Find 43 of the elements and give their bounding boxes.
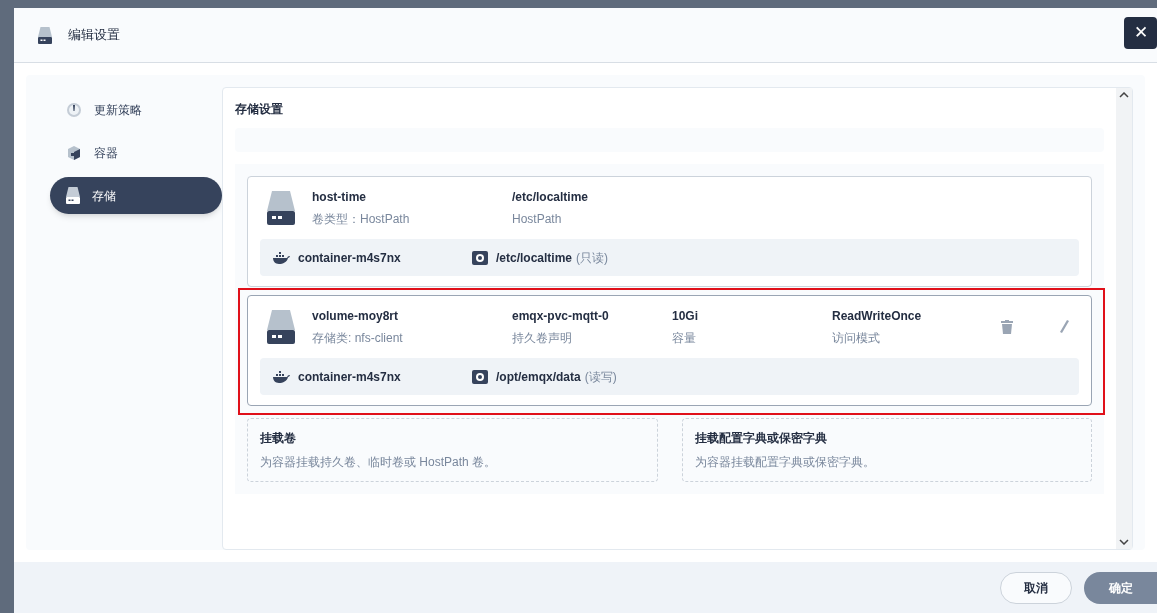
field-value: ReadWriteOnce (832, 308, 923, 325)
disk-icon (267, 191, 295, 225)
disk-icon (38, 26, 52, 44)
field-value: 10Gi (672, 308, 699, 325)
field-value: emqx-pvc-mqtt-0 (512, 308, 610, 325)
field-label: HostPath (512, 211, 563, 228)
edit-pencil-icon[interactable] (1059, 320, 1069, 334)
docker-whale-icon (272, 370, 290, 383)
cancel-button[interactable]: 取消 (1000, 571, 1072, 604)
confirm-button[interactable]: 确定 (1084, 571, 1157, 604)
sidebar-item[interactable]: 存储 (50, 177, 222, 214)
field-label: 持久卷声明 (512, 330, 573, 347)
close-button[interactable]: ✕ (1124, 17, 1157, 49)
volume-subtitle: 存储类: nfs-client (312, 330, 404, 347)
add-option-card[interactable]: 挂载卷 为容器挂载持久卷、临时卷或 HostPath 卷。 (247, 418, 658, 482)
section-title: 存储设置 (235, 101, 284, 116)
volume-subtitle: 卷类型：HostPath (312, 211, 411, 228)
sidebar-item[interactable]: 容器 (50, 134, 222, 171)
mount-mode: (只读) (576, 249, 609, 267)
field-value: /etc/localtime (512, 189, 590, 206)
dialog-title: 编辑设置 (68, 26, 120, 45)
delete-icon[interactable] (1001, 320, 1013, 334)
volume-name: host-time (312, 189, 367, 206)
container-name: container-m4s7nx (298, 249, 401, 267)
mount-mode: (读写) (584, 368, 617, 386)
mount-path: /etc/localtime (496, 249, 573, 267)
container-name: container-m4s7nx (298, 368, 401, 386)
volume-name: volume-moy8rt (312, 308, 400, 325)
cube-icon (66, 144, 82, 161)
add-option-card[interactable]: 挂载配置字典或保密字典 为容器挂载配置字典或保密字典。 (681, 418, 1092, 482)
gear-icon (472, 369, 488, 384)
docker-whale-icon (272, 251, 290, 264)
field-label: 访问模式 (832, 330, 881, 347)
mount-path: /opt/emqx/data (496, 368, 581, 386)
disk-icon (267, 310, 295, 344)
chevron-down-icon[interactable] (1119, 539, 1129, 545)
scrollbar[interactable] (1116, 88, 1132, 549)
gauge-icon (66, 101, 82, 118)
sidebar-item[interactable]: 更新策略 (50, 91, 222, 128)
field-label: 容量 (672, 330, 697, 347)
chevron-up-icon[interactable] (1119, 92, 1129, 98)
gear-icon (472, 250, 488, 265)
disk-icon (66, 187, 80, 204)
